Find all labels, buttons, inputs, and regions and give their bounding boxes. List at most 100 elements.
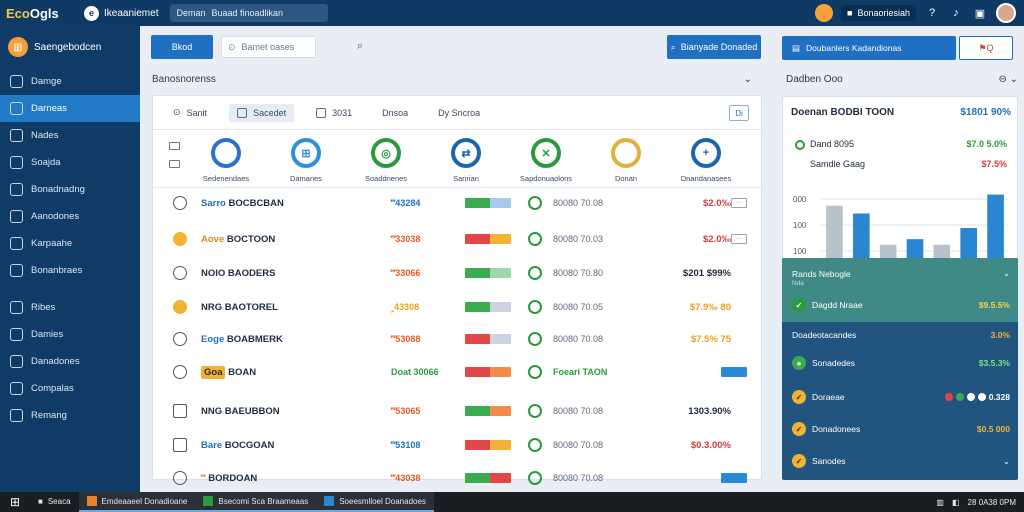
category-item[interactable]: Donan (591, 138, 661, 183)
row-tag-badge[interactable] (721, 473, 747, 483)
sidebar-item-label: Karpaahe (31, 238, 73, 249)
chevron-down-icon[interactable]: ⌄ (744, 74, 752, 85)
sidebar-item-label: Bonadnadng (31, 184, 85, 195)
grid-view-icon[interactable] (169, 142, 180, 150)
status-row[interactable]: ✓ Doraeae 0.328 (792, 390, 1010, 404)
list-view-icon[interactable] (169, 160, 180, 168)
row-name-prefix: Aove (201, 233, 225, 245)
sidebar-item-active[interactable]: Darneas (0, 95, 140, 122)
row-name-prefix: Eoge (201, 333, 225, 345)
tab-action-button[interactable]: Di (729, 105, 749, 121)
table-row[interactable]: Goa BOAN Doat 30066 Foeari TAON (153, 358, 763, 386)
status-row[interactable]: Doadeotacandes 3.0% (792, 330, 1010, 340)
app-logo[interactable]: Eco Ogls (0, 0, 70, 26)
speaker-icon[interactable]: ◧ (952, 498, 960, 507)
row-code: ‴33038 (391, 234, 421, 244)
help-icon[interactable]: ? (924, 5, 940, 21)
gear-icon (10, 210, 23, 223)
row-progress-bar (465, 440, 511, 450)
sidebar-item[interactable]: Compalas (0, 375, 140, 402)
table-row[interactable]: NOIO BAODERS ‴33066 80080 70.80 $201 $99% (153, 259, 763, 287)
status-panel-title: Rands Nebogle (792, 268, 851, 279)
category-item[interactable]: ⇄ Sanrian (431, 138, 501, 183)
app-icon (324, 496, 335, 506)
sidebar-item[interactable]: Ribes (0, 294, 140, 321)
row-reference: 80080 70.08 (553, 198, 604, 208)
sidebar-item[interactable]: Bonanbraes (0, 257, 140, 284)
status-row[interactable]: ✓ Sanodes ⌄ (792, 454, 1010, 468)
primary-action-button[interactable]: ⌕ Bianyade Donaded (667, 35, 761, 59)
search-input[interactable]: ⊙ Bamet oases (221, 36, 316, 58)
status-row[interactable]: ● Sonadedes $3.5.3% (792, 356, 1010, 370)
taskbar-app[interactable]: Soeesmlloel Doanadoes (316, 492, 434, 512)
status-row[interactable]: ✓ Dagdd Nraae $9.5.5% (792, 298, 1010, 312)
row-code: ‸43308 (391, 301, 420, 312)
windows-start-icon[interactable]: ⊞ (0, 495, 30, 509)
status-row[interactable]: ✓ Donadonees $0.5 000 (792, 422, 1010, 436)
chevron-down-icon[interactable]: ⌄ (1003, 268, 1010, 279)
section-header: Banosnorenss ⌄ (152, 74, 752, 85)
view-toggles[interactable] (169, 142, 180, 168)
table-row[interactable]: ‴ BORDOAN ‴43038 80080 70.08 (153, 464, 763, 492)
category-item[interactable]: Sedenendaes (191, 138, 261, 183)
sidebar-item[interactable]: Damies (0, 321, 140, 348)
account-menu[interactable]: ■ Bonaoriesiah (841, 5, 916, 21)
taskbar-app[interactable]: Bsecomi Sca Braameaas (195, 492, 317, 512)
flag-button[interactable]: ⚑ Q (959, 36, 1013, 60)
taskbar-app[interactable]: Emdeaaeel Donadioane (78, 492, 196, 512)
more-icon[interactable]: ⊖ ⌄ (998, 74, 1018, 85)
table-row[interactable]: Bare BOCGOAN ‴53108 80080 70.08 $0.3.00% (153, 431, 763, 459)
tab-sacedet[interactable]: Sacedet (229, 103, 295, 122)
chevron-down-icon[interactable]: ⌄ (1003, 456, 1010, 467)
folder-icon: ■ (38, 496, 43, 506)
table-row[interactable]: Aove BOCTOON ‴33038 80080 70.03 $2.0‰ ··· (153, 225, 763, 253)
notifications-icon[interactable]: ♪ (948, 5, 964, 21)
tab-3031[interactable]: 3031 (308, 104, 360, 122)
tab-dy-sncroa[interactable]: Dy Sncroa (430, 104, 488, 122)
top-right-controls: ■ Bonaoriesiah ? ♪ ▣ (815, 3, 1024, 23)
category-item[interactable]: + Dnandanasees (671, 138, 741, 183)
export-button[interactable]: ▤ Doubanlers Kadandionas (782, 36, 956, 60)
sidebar-item[interactable]: Remang (0, 402, 140, 429)
sidebar-item[interactable]: Damge (0, 68, 140, 95)
sidebar-item[interactable]: Nades (0, 122, 140, 149)
export-button-label: Doubanlers Kadandionas (806, 43, 902, 53)
sidebar-item[interactable]: Danadones (0, 348, 140, 375)
clock[interactable]: 28 0A38 0PM (968, 498, 1016, 507)
row-action-icon[interactable]: ··· (731, 198, 747, 208)
tab-sanit[interactable]: ⊙ Sanit (165, 103, 215, 122)
status-indicator-icon[interactable] (815, 4, 834, 22)
sidebar-item[interactable]: Soajda (0, 149, 140, 176)
tab-dnsoa[interactable]: Dnsoa (374, 104, 416, 122)
row-status-icon (173, 404, 187, 418)
taskbar-search[interactable]: ■ Seaca (30, 492, 79, 512)
row-tag-badge[interactable] (721, 367, 747, 377)
table-row[interactable]: NRG BAOTOREL ‸43308 80080 70.05 $7.9‰ 80 (153, 293, 763, 321)
status-row-label: Sanodes (812, 456, 846, 466)
workspace-switcher[interactable]: e Ikeaaniemet (70, 5, 158, 21)
table-row[interactable]: Eoge BOABMERK ‴53088 80080 70.08 $7.5% 75 (153, 325, 763, 353)
category-item[interactable]: ✕ Sapdonuaolons (511, 138, 581, 183)
search-icon[interactable]: ⌕ (357, 40, 363, 53)
global-search[interactable]: Deman Buaad finoadlikan (170, 4, 329, 22)
table-row[interactable]: NNG BAEUBBON ‴53065 80080 70.08 1303.90% (153, 397, 763, 425)
sidebar-item[interactable]: Karpaahe (0, 230, 140, 257)
category-item[interactable]: ⊞ Damanes (271, 138, 341, 183)
sidebar-item[interactable]: Bonadnadng (0, 176, 140, 203)
settings-icon[interactable]: ▣ (972, 5, 988, 21)
search-label: Deman (176, 8, 206, 18)
progress-segment (465, 473, 491, 483)
network-icon[interactable]: ▥ (936, 498, 944, 507)
table-row[interactable]: Sarro BOCBCBAN ‴43284 80080 70.08 $2.0‰ ··· (153, 189, 763, 217)
sidebar-header[interactable]: ▥ Saengebodcen (0, 26, 140, 68)
status-row-label: Sonadedes (812, 358, 856, 368)
status-row-value: $0.5 000 (976, 424, 1010, 434)
row-name: NRG BAOTOREL (201, 302, 278, 313)
new-button[interactable]: Bkod (151, 35, 213, 59)
user-avatar[interactable] (996, 3, 1016, 23)
row-status-icon (173, 300, 187, 314)
right-section-title: Dadben Ooo (786, 74, 843, 85)
row-action-icon[interactable]: ··· (731, 234, 747, 244)
sidebar-item[interactable]: Aanodones (0, 203, 140, 230)
category-item[interactable]: ◎ Soaddnenes (351, 138, 421, 183)
